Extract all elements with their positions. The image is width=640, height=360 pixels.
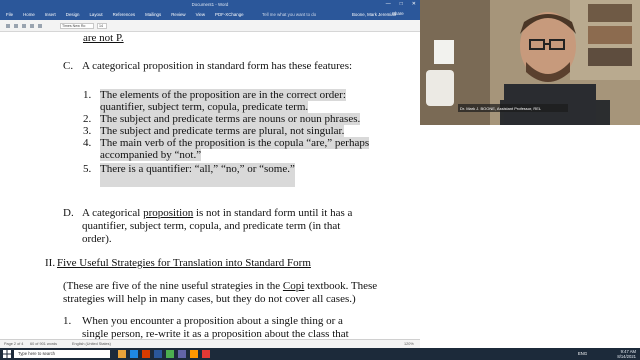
- share-button[interactable]: Share: [392, 11, 404, 16]
- strategy-line: single person, re-write it as a proposit…: [82, 328, 349, 339]
- save-icon[interactable]: [6, 24, 10, 28]
- word-icon[interactable]: [154, 350, 162, 358]
- list-number: 1.: [83, 89, 92, 101]
- print-icon[interactable]: [30, 24, 34, 28]
- file-explorer-icon[interactable]: [118, 350, 126, 358]
- paragraph-d: A categorical proposition is not in stan…: [82, 207, 353, 219]
- font-name-box[interactable]: Times New Ro: [60, 23, 94, 29]
- list-item: The subject and predicate terms are plur…: [100, 125, 345, 137]
- webcam-caption: Dr. Mark J. BOONE, Assistant Professor, …: [460, 106, 542, 111]
- list-item: quantifier, subject term, copula, predic…: [100, 101, 309, 113]
- strategy-line: When you encounter a proposition about a…: [82, 315, 343, 327]
- close-button[interactable]: ✕: [412, 1, 416, 7]
- text-line: are not P.: [83, 32, 124, 44]
- word-window: Document1 - Word — □ ✕ File Home Insert …: [0, 0, 420, 348]
- app-icon[interactable]: [190, 350, 198, 358]
- paragraph-c: A categorical proposition in standard fo…: [82, 60, 353, 72]
- list-item: The elements of the proposition are in t…: [100, 89, 346, 101]
- taskbar: Type here to search ENG 9:47 AM 8/14/202…: [0, 348, 640, 360]
- blank-area: [420, 125, 640, 348]
- tab-mailings[interactable]: Mailings: [145, 12, 161, 17]
- maximize-button[interactable]: □: [400, 1, 403, 7]
- tell-me-box[interactable]: Tell me what you want to do: [262, 12, 316, 17]
- language-indicator[interactable]: ENG: [578, 351, 587, 356]
- list-item: The main verb of the proposition is the …: [100, 137, 370, 149]
- paragraph-d-line: quantifier, subject term, copula, and pr…: [82, 220, 341, 232]
- tab-pdf-xchange[interactable]: PDF-XChange: [215, 12, 244, 17]
- window-title: Document1 - Word: [191, 2, 229, 7]
- tab-home[interactable]: Home: [23, 12, 35, 17]
- language-indicator[interactable]: English (United States): [72, 342, 111, 346]
- tab-layout[interactable]: Layout: [89, 12, 102, 17]
- tab-references[interactable]: References: [113, 12, 135, 17]
- ribbon-tabs: File Home Insert Design Layout Reference…: [6, 12, 244, 17]
- list-number: 2.: [83, 113, 92, 125]
- undo-icon[interactable]: [14, 24, 18, 28]
- tab-design[interactable]: Design: [66, 12, 80, 17]
- font-size-box[interactable]: 14: [97, 23, 107, 29]
- minimize-button[interactable]: —: [386, 1, 391, 7]
- bullets-icon[interactable]: [38, 24, 42, 28]
- list-number: 5.: [83, 163, 92, 175]
- record-icon[interactable]: [202, 350, 210, 358]
- list-item: accompanied by “not.”: [100, 149, 202, 161]
- webcam-feed: Dr. Mark J. BOONE, Assistant Professor, …: [420, 0, 640, 125]
- list-marker: D.: [63, 207, 74, 219]
- page-count[interactable]: Page 2 of 4: [4, 342, 23, 346]
- note-line: strategies will help in many cases, but …: [63, 293, 356, 305]
- list-item: The subject and predicate terms are noun…: [100, 113, 361, 125]
- zoom-level[interactable]: 120%: [404, 342, 414, 346]
- quick-toolbar: Times New Ro 14: [0, 20, 420, 32]
- taskbar-search-input[interactable]: Type here to search: [14, 350, 110, 358]
- window-controls: — □ ✕: [386, 1, 416, 7]
- list-marker: C.: [63, 60, 74, 72]
- list-item: There is a quantifier: “all,” “no,” or “…: [100, 163, 295, 187]
- redo-icon[interactable]: [22, 24, 26, 28]
- status-bar: Page 2 of 4 60 of 901 words English (Uni…: [0, 339, 420, 348]
- clock[interactable]: 9:47 AM 8/14/2021: [617, 349, 636, 359]
- tab-review[interactable]: Review: [171, 12, 185, 17]
- document-page[interactable]: are not P. C. A categorical proposition …: [0, 32, 420, 339]
- tab-view[interactable]: View: [196, 12, 205, 17]
- list-number: 3.: [83, 125, 92, 137]
- office-icon[interactable]: [142, 350, 150, 358]
- proposition-link[interactable]: proposition: [143, 207, 193, 219]
- list-number: 4.: [83, 137, 92, 149]
- section-heading: Five Useful Strategies for Translation i…: [57, 257, 311, 269]
- note-line: (These are five of the nine useful strat…: [63, 280, 378, 292]
- tab-insert[interactable]: Insert: [45, 12, 56, 17]
- windows-start-icon[interactable]: [3, 350, 11, 358]
- app-icon[interactable]: [166, 350, 174, 358]
- list-number: 1.: [63, 315, 72, 327]
- edge-icon[interactable]: [130, 350, 138, 358]
- section-marker: II.: [45, 257, 56, 269]
- webcam-scene: Dr. Mark J. BOONE, Assistant Professor, …: [420, 0, 640, 125]
- tab-file[interactable]: File: [6, 12, 13, 17]
- teams-icon[interactable]: [178, 350, 186, 358]
- word-count[interactable]: 60 of 901 words: [30, 342, 57, 346]
- paragraph-d-line: order).: [82, 233, 112, 245]
- copi-link[interactable]: Copi: [283, 280, 304, 292]
- title-bar: Document1 - Word — □ ✕ File Home Insert …: [0, 0, 420, 20]
- user-name[interactable]: Boone, Mark Jeremiah: [352, 12, 396, 17]
